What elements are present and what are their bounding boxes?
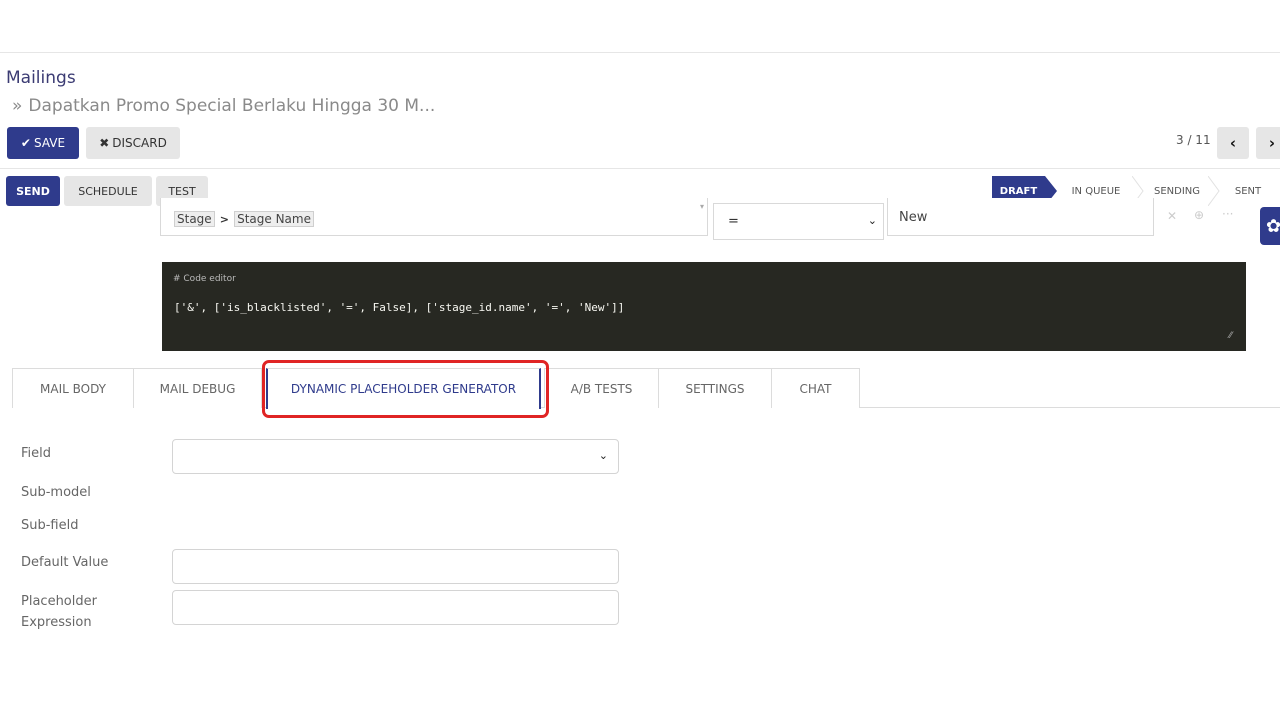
top-navbar <box>0 0 1280 53</box>
add-rule-icon[interactable]: ⊕ <box>1194 208 1204 222</box>
domain-operator-select[interactable]: = ⌄ <box>713 203 884 240</box>
statusbar-divider <box>0 168 1280 169</box>
breadcrumb-current-title: Dapatkan Promo Special Berlaku Hingga 30… <box>28 96 436 116</box>
tab-chat[interactable]: CHAT <box>772 368 860 408</box>
tab-mail-debug[interactable]: MAIL DEBUG <box>134 368 262 408</box>
path-arrow: > <box>219 213 229 226</box>
stage-sending[interactable]: SENDING <box>1145 176 1209 206</box>
stage-sent[interactable]: SENT <box>1222 176 1274 206</box>
save-button[interactable]: ✔ SAVE <box>7 127 79 159</box>
chevron-down-icon: ⌄ <box>598 449 608 462</box>
resize-handle-icon[interactable]: ⁄⁄ <box>1229 331 1232 341</box>
domain-value-input[interactable]: New <box>887 198 1154 236</box>
breadcrumb-root-link[interactable]: Mailings <box>6 68 76 88</box>
discard-button-label: DISCARD <box>112 136 167 150</box>
domain-path-field[interactable]: Stage > Stage Name ▾ <box>160 198 708 236</box>
path-tag-stage-name: Stage Name <box>234 211 314 227</box>
schedule-button[interactable]: SCHEDULE <box>64 176 152 206</box>
highlight-box <box>262 360 549 418</box>
gear-icon[interactable]: ✿ <box>1260 207 1280 245</box>
chevron-left-icon: ‹ <box>1229 134 1237 152</box>
tab-settings[interactable]: SETTINGS <box>659 368 772 408</box>
code-editor-label: # Code editor <box>173 274 236 284</box>
delete-rule-icon[interactable]: ✕ <box>1167 209 1177 223</box>
path-tag-stage: Stage <box>174 211 215 227</box>
code-editor-content[interactable]: ['&', ['is_blacklisted', '=', False], ['… <box>174 301 624 314</box>
send-button[interactable]: SEND <box>6 176 60 206</box>
dropdown-caret-icon: ▾ <box>699 202 704 211</box>
sub-model-label: Sub-model <box>21 485 91 500</box>
tab-ab-tests[interactable]: A/B TESTS <box>544 368 659 408</box>
operator-value: = <box>728 214 739 229</box>
chevron-down-icon: ⌄ <box>867 214 877 227</box>
more-options-icon[interactable]: ··· <box>1222 207 1233 221</box>
stage-separator <box>1208 176 1220 206</box>
field-label: Field <box>21 446 52 461</box>
tab-mail-body[interactable]: MAIL BODY <box>12 368 134 408</box>
domain-path-tags: Stage > Stage Name <box>174 208 314 227</box>
sub-field-label: Sub-field <box>21 518 79 533</box>
domain-value-text: New <box>899 210 928 225</box>
placeholder-expression-label: Placeholder Expression <box>21 594 97 630</box>
placeholder-expression-input[interactable] <box>172 590 619 625</box>
code-editor[interactable]: # Code editor ['&', ['is_blacklisted', '… <box>162 262 1246 351</box>
save-button-label: SAVE <box>33 136 66 150</box>
pager-value[interactable]: 3 / 11 <box>1176 133 1211 147</box>
default-value-input[interactable] <box>172 549 619 584</box>
discard-button[interactable]: ✖ DISCARD <box>86 127 180 159</box>
close-icon: ✖ <box>99 136 110 150</box>
pager-previous-button[interactable]: ‹ <box>1217 127 1249 159</box>
pager-next-button[interactable]: › <box>1256 127 1280 159</box>
check-icon: ✔ <box>20 136 31 150</box>
chevron-right-icon: › <box>1268 134 1276 152</box>
breadcrumb-current: » Dapatkan Promo Special Berlaku Hingga 3… <box>12 96 435 116</box>
breadcrumb-separator: » <box>12 96 23 116</box>
default-value-label: Default Value <box>21 555 109 570</box>
field-select[interactable]: ⌄ <box>172 439 619 474</box>
